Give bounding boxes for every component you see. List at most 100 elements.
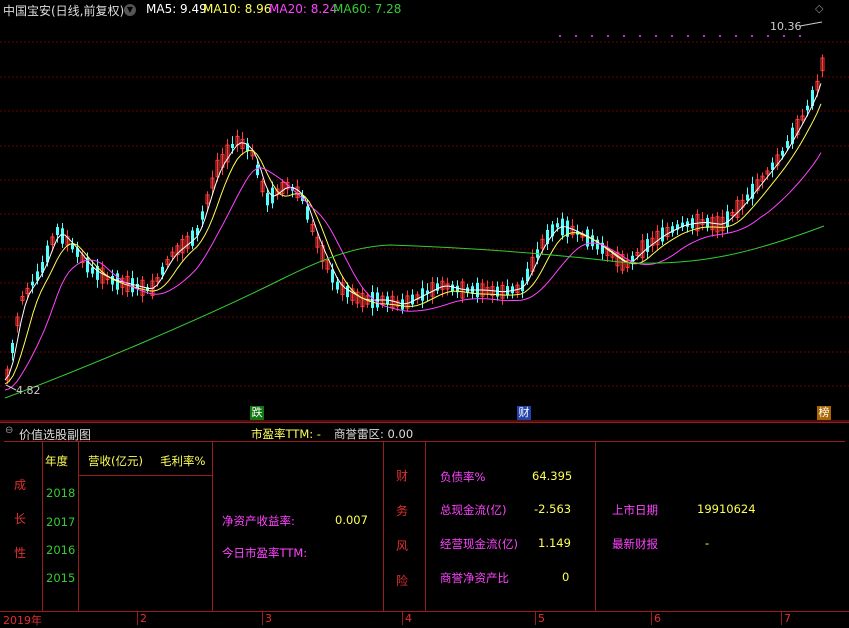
risk-label-3: 风 bbox=[396, 539, 409, 553]
listing-date-value: 19910624 bbox=[697, 502, 756, 516]
candle-body-down bbox=[61, 228, 64, 244]
candle-body-down bbox=[56, 227, 59, 235]
event-marker-finance[interactable]: 财 bbox=[517, 406, 531, 420]
signal-dot bbox=[719, 35, 721, 37]
signal-dot bbox=[671, 35, 673, 37]
risk-label-1: 财 bbox=[396, 469, 409, 483]
candle-body-down bbox=[346, 286, 349, 298]
signal-dot bbox=[751, 35, 753, 37]
total-cash-label: 总现金流(亿) bbox=[440, 503, 507, 517]
axis-label-apr: 4 bbox=[405, 612, 412, 625]
axis-tick bbox=[535, 612, 536, 625]
candle-body-down bbox=[786, 141, 789, 148]
axis-tick bbox=[781, 612, 782, 625]
signal-dot bbox=[639, 35, 641, 37]
diamond-icon[interactable]: ◇ bbox=[815, 2, 823, 15]
signal-dot bbox=[591, 35, 593, 37]
event-marker-drop[interactable]: 跌 bbox=[250, 406, 264, 420]
ma60-value: MA60: 7.28 bbox=[333, 2, 402, 16]
axis-label-jul: 7 bbox=[784, 612, 791, 625]
high-pointer bbox=[799, 21, 823, 27]
year-header: 年度 bbox=[45, 454, 68, 468]
stock-title: 中国宝安(日线,前复权) bbox=[3, 4, 125, 18]
candle-body-down bbox=[556, 223, 559, 228]
divider bbox=[42, 441, 43, 611]
candle-body-down bbox=[201, 211, 204, 220]
axis-tick bbox=[651, 612, 652, 625]
candle-body-down bbox=[421, 288, 424, 301]
candle-body-down bbox=[451, 284, 454, 291]
signal-dot bbox=[655, 35, 657, 37]
candle-body-down bbox=[11, 342, 14, 354]
high-price-label: 10.36 bbox=[770, 20, 802, 33]
year-2017: 2017 bbox=[46, 515, 76, 529]
roe-value: 0.007 bbox=[335, 513, 368, 527]
candle-body-down bbox=[111, 275, 114, 285]
latest-report-label: 最新财报 bbox=[612, 537, 658, 551]
debt-ratio-value: 64.395 bbox=[532, 469, 573, 483]
year-2016: 2016 bbox=[46, 543, 76, 557]
year-2018: 2018 bbox=[46, 486, 76, 500]
signal-dot bbox=[607, 35, 609, 37]
kline-chart[interactable]: 中国宝安(日线,前复权) ▼ MA5: 9.49 MA10: 8.96 MA20… bbox=[0, 0, 849, 422]
growth-label-3: 性 bbox=[14, 546, 27, 560]
candle-body-down bbox=[661, 227, 664, 242]
axis-label-may: 5 bbox=[538, 612, 545, 625]
today-pe-label: 今日市盈率TTM: bbox=[222, 546, 308, 560]
axis-label-jan: 2019年 bbox=[3, 614, 42, 627]
signal-dot bbox=[559, 35, 561, 37]
divider bbox=[425, 441, 426, 611]
candle-body-down bbox=[306, 206, 309, 220]
signal-dot bbox=[783, 35, 785, 37]
ma5-line bbox=[4, 83, 822, 381]
candle-body-down bbox=[781, 150, 784, 156]
goodwill-ratio-label: 商誉净资产比 bbox=[440, 571, 509, 585]
signal-dot bbox=[623, 35, 625, 37]
ma20-value: MA20: 8.24 bbox=[269, 2, 338, 16]
divider bbox=[78, 475, 212, 476]
signal-dot bbox=[703, 35, 705, 37]
candle-body-down bbox=[646, 239, 649, 252]
candle-body-down bbox=[231, 143, 234, 149]
pe-ttm: 市盈率TTM: - bbox=[251, 427, 321, 441]
axis-tick bbox=[137, 612, 138, 625]
margin-header: 毛利率% bbox=[160, 454, 206, 468]
ma5-value: MA5: 9.49 bbox=[146, 2, 207, 16]
candle-body-down bbox=[266, 193, 269, 206]
candle-body-down bbox=[806, 105, 809, 111]
op-cash-value: 1.149 bbox=[538, 536, 571, 550]
goodwill-zone: 商誉雷区: 0.00 bbox=[334, 427, 414, 441]
signal-dot bbox=[735, 35, 737, 37]
candle-body-down bbox=[161, 266, 164, 275]
candle-body-down bbox=[411, 294, 414, 305]
growth-label-2: 长 bbox=[14, 512, 27, 526]
divider bbox=[595, 441, 596, 611]
listing-date-label: 上市日期 bbox=[612, 503, 658, 517]
candle-body-down bbox=[131, 278, 134, 293]
axis-tick bbox=[262, 612, 263, 625]
signal-dot bbox=[687, 35, 689, 37]
divider bbox=[383, 441, 384, 611]
time-axis-line bbox=[0, 611, 849, 612]
axis-label-jun: 6 bbox=[654, 612, 661, 625]
kline-canvas[interactable] bbox=[0, 0, 849, 422]
total-cash-value: -2.563 bbox=[534, 502, 572, 516]
value-screen-panel: ⊖ 价值选股副图 市盈率TTM: - 商誉雷区: 0.00 成 长 性 年度 营… bbox=[0, 422, 849, 626]
growth-label-1: 成 bbox=[14, 478, 27, 492]
candle-body-down bbox=[31, 281, 34, 286]
candle-body-down bbox=[591, 235, 594, 247]
latest-report-value: - bbox=[705, 536, 710, 550]
candle-body-down bbox=[191, 230, 194, 246]
op-cash-label: 经营现金流(亿) bbox=[440, 537, 518, 551]
axis-tick bbox=[402, 612, 403, 625]
candle-body-down bbox=[256, 164, 259, 176]
event-marker-ranking[interactable]: 榜 bbox=[817, 406, 831, 420]
year-2015: 2015 bbox=[46, 571, 76, 585]
collapse-icon[interactable]: ⊖ bbox=[5, 425, 13, 436]
divider bbox=[78, 441, 79, 611]
chevron-down-icon[interactable]: ▼ bbox=[124, 4, 136, 16]
debt-ratio-label: 负债率% bbox=[440, 470, 486, 484]
divider bbox=[212, 441, 213, 611]
low-price-label: 4.82 bbox=[16, 384, 41, 397]
axis-label-mar: 3 bbox=[265, 612, 272, 625]
